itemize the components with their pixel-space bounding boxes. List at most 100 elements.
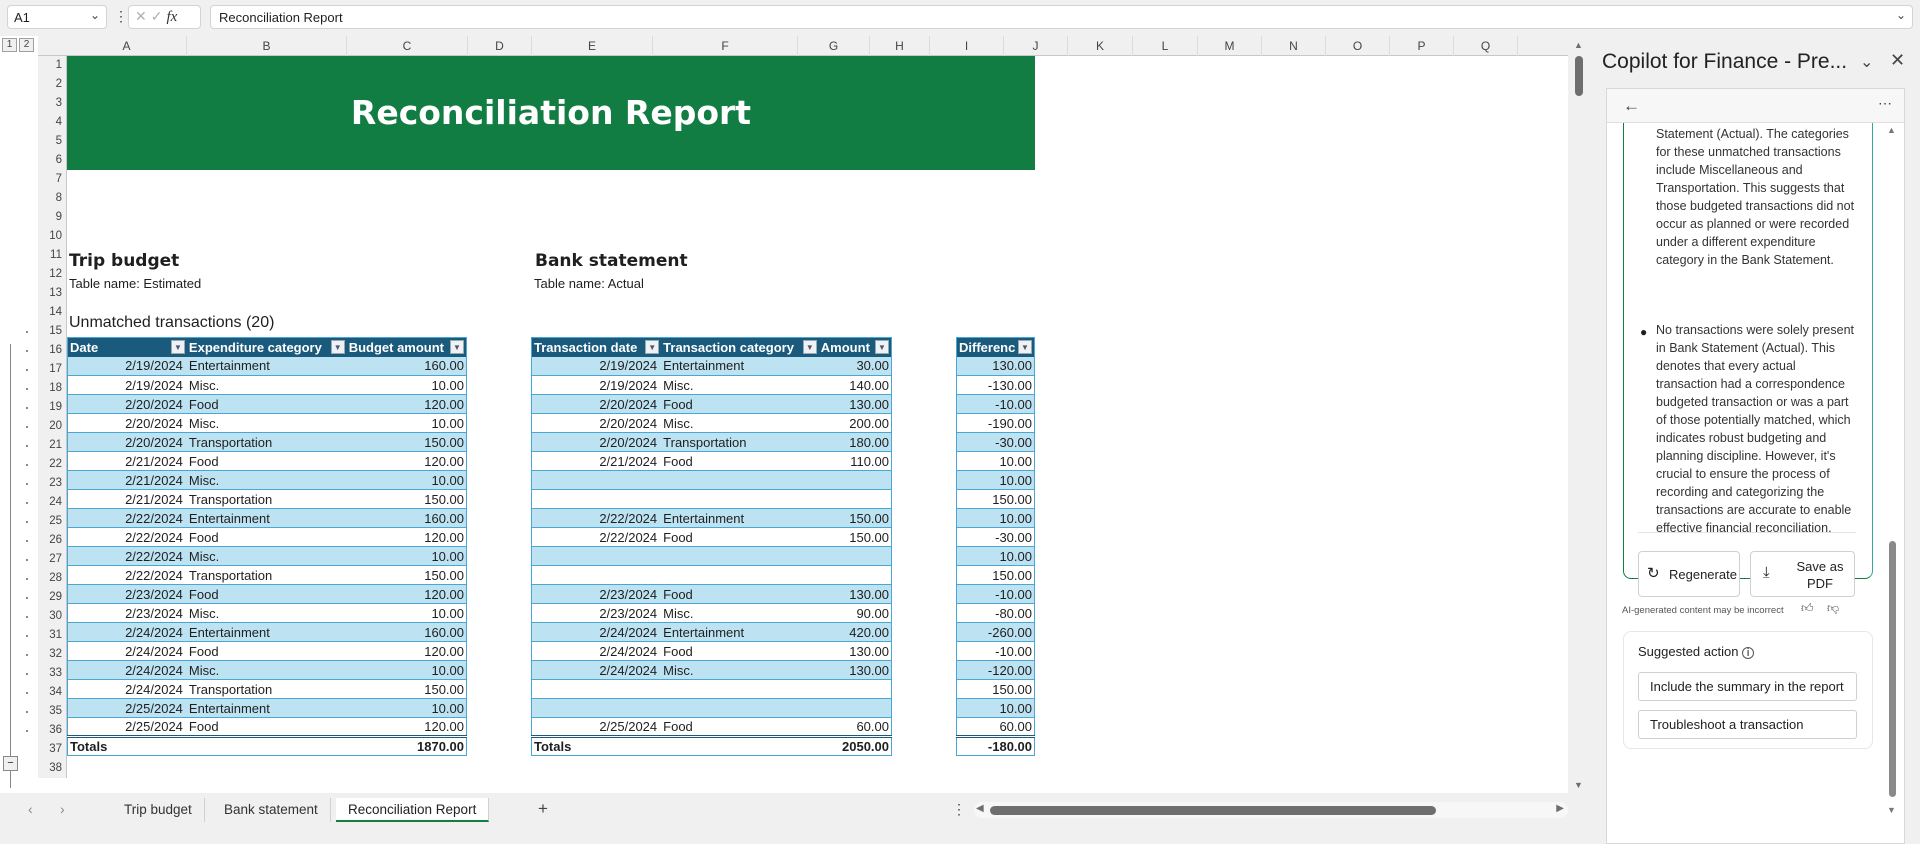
table-cell[interactable]: 2/19/2024 bbox=[531, 356, 662, 376]
table-cell[interactable]: 10.00 bbox=[956, 508, 1035, 528]
row-header-31[interactable]: 31 bbox=[38, 626, 66, 645]
table-cell[interactable]: 10.00 bbox=[956, 698, 1035, 718]
row-header-7[interactable]: 7 bbox=[38, 170, 66, 189]
table-cell[interactable]: 2/24/2024 bbox=[67, 622, 187, 642]
column-header-q[interactable]: Q bbox=[1454, 36, 1518, 56]
budget-total[interactable]: 1870.00 bbox=[346, 735, 467, 756]
table-cell[interactable] bbox=[818, 470, 892, 490]
table-cell[interactable]: Entertainment bbox=[186, 698, 347, 718]
table-row[interactable]: 2/23/2024 Misc. 90.00 bbox=[531, 603, 892, 623]
table-cell[interactable]: 2/24/2024 bbox=[67, 660, 187, 680]
table-cell[interactable]: 10.00 bbox=[346, 546, 467, 566]
table-cell[interactable]: 2/24/2024 bbox=[67, 641, 187, 661]
table-cell[interactable]: 10.00 bbox=[346, 698, 467, 718]
scroll-left-icon[interactable]: ◀ bbox=[976, 803, 984, 814]
table-cell[interactable]: Misc. bbox=[661, 375, 819, 395]
row-header-4[interactable]: 4 bbox=[38, 113, 66, 132]
table-row[interactable]: -10.00 bbox=[956, 584, 1035, 604]
row-header-20[interactable]: 20 bbox=[38, 417, 66, 436]
thumbs-down-icon[interactable]: 👎︎ bbox=[1827, 601, 1839, 616]
table-cell[interactable]: 10.00 bbox=[956, 451, 1035, 471]
table-cell[interactable]: 2/20/2024 bbox=[67, 394, 187, 414]
table-row[interactable] bbox=[531, 470, 892, 490]
table-cell[interactable]: Transportation bbox=[186, 565, 347, 585]
column-header-g[interactable]: G bbox=[798, 36, 870, 56]
table-cell[interactable]: Food bbox=[186, 527, 347, 547]
difference-table[interactable]: Differenc ▼ 130.00 -130.00 -10.00 -190.00 -30… bbox=[956, 337, 1035, 756]
row-header-27[interactable]: 27 bbox=[38, 550, 66, 569]
table-cell[interactable]: -30.00 bbox=[956, 527, 1035, 547]
table-cell[interactable]: 130.00 bbox=[818, 641, 892, 661]
table-cell[interactable]: 120.00 bbox=[346, 527, 467, 547]
column-header-a[interactable]: A bbox=[67, 36, 187, 56]
table-row[interactable]: 2/25/2024 Entertainment 10.00 bbox=[67, 698, 467, 718]
table-cell[interactable]: 130.00 bbox=[818, 584, 892, 604]
table-cell[interactable]: Food bbox=[661, 641, 819, 661]
table-row[interactable]: -30.00 bbox=[956, 527, 1035, 547]
table-row[interactable]: 2/20/2024 Misc. 200.00 bbox=[531, 413, 892, 433]
table-cell[interactable]: Food bbox=[661, 394, 819, 414]
row-header-14[interactable]: 14 bbox=[38, 303, 66, 322]
table-cell[interactable]: 2/24/2024 bbox=[67, 679, 187, 699]
table-cell[interactable]: 120.00 bbox=[346, 451, 467, 471]
table-cell[interactable]: -80.00 bbox=[956, 603, 1035, 623]
table-cell[interactable]: 10.00 bbox=[346, 603, 467, 623]
row-header-11[interactable]: 11 bbox=[38, 246, 66, 265]
column-header-i[interactable]: I bbox=[930, 36, 1004, 56]
pane-options-chevron-icon[interactable]: ⌄ bbox=[1860, 52, 1873, 72]
table-row[interactable]: 150.00 bbox=[956, 565, 1035, 585]
table-cell[interactable]: -190.00 bbox=[956, 413, 1035, 433]
table-cell[interactable]: 10.00 bbox=[346, 660, 467, 680]
row-header-9[interactable]: 9 bbox=[38, 208, 66, 227]
table-row[interactable]: 2/22/2024 Food 120.00 bbox=[67, 527, 467, 547]
table-cell[interactable]: 140.00 bbox=[818, 375, 892, 395]
add-sheet-icon[interactable]: + bbox=[538, 799, 548, 819]
table-cell[interactable]: 60.00 bbox=[818, 717, 892, 737]
filter-dropdown-icon[interactable]: ▼ bbox=[450, 340, 464, 354]
table-cell[interactable] bbox=[531, 698, 662, 718]
row-header-19[interactable]: 19 bbox=[38, 398, 66, 417]
table-cell[interactable]: 150.00 bbox=[346, 679, 467, 699]
header-transaction-date[interactable]: Transaction date ▼ bbox=[531, 337, 662, 357]
table-cell[interactable]: Food bbox=[186, 717, 347, 737]
totals-label[interactable]: Totals bbox=[531, 735, 819, 756]
table-cell[interactable]: 2/22/2024 bbox=[67, 527, 187, 547]
scroll-down-icon[interactable]: ▼ bbox=[1887, 805, 1896, 815]
insert-function-icon[interactable]: fx bbox=[166, 9, 177, 25]
table-cell[interactable]: 2/21/2024 bbox=[67, 470, 187, 490]
table-cell[interactable]: 10.00 bbox=[956, 470, 1035, 490]
table-cell[interactable]: 2/21/2024 bbox=[67, 451, 187, 471]
column-header-p[interactable]: P bbox=[1390, 36, 1454, 56]
table-cell[interactable]: 90.00 bbox=[818, 603, 892, 623]
table-cell[interactable]: Entertainment bbox=[661, 356, 819, 376]
totals-row[interactable]: Totals 1870.00 bbox=[67, 735, 467, 756]
scroll-right-icon[interactable]: ▶ bbox=[1556, 803, 1564, 814]
table-row[interactable]: -30.00 bbox=[956, 432, 1035, 452]
table-cell[interactable] bbox=[661, 698, 819, 718]
table-row[interactable]: 2/23/2024 Food 130.00 bbox=[531, 584, 892, 604]
table-cell[interactable] bbox=[661, 546, 819, 566]
table-cell[interactable]: 2/22/2024 bbox=[67, 565, 187, 585]
row-header-38[interactable]: 38 bbox=[38, 759, 66, 778]
table-cell[interactable]: 10.00 bbox=[346, 375, 467, 395]
table-cell[interactable]: Entertainment bbox=[186, 508, 347, 528]
table-row[interactable]: -80.00 bbox=[956, 603, 1035, 623]
table-cell[interactable]: 10.00 bbox=[346, 470, 467, 490]
table-row[interactable]: 2/20/2024 Misc. 10.00 bbox=[67, 413, 467, 433]
row-header-10[interactable]: 10 bbox=[38, 227, 66, 246]
table-cell[interactable] bbox=[661, 565, 819, 585]
vertical-scrollbar[interactable]: ▲ ▼ bbox=[1572, 40, 1586, 793]
table-cell[interactable]: 2/21/2024 bbox=[531, 451, 662, 471]
table-cell[interactable]: 150.00 bbox=[818, 527, 892, 547]
table-cell[interactable]: Transportation bbox=[186, 679, 347, 699]
table-cell[interactable]: 180.00 bbox=[818, 432, 892, 452]
table-row[interactable]: -10.00 bbox=[956, 394, 1035, 414]
table-row[interactable] bbox=[531, 489, 892, 509]
filter-dropdown-icon[interactable]: ▼ bbox=[330, 340, 345, 354]
table-row[interactable]: 2/21/2024 Food 110.00 bbox=[531, 451, 892, 471]
row-header-33[interactable]: 33 bbox=[38, 664, 66, 683]
header-date[interactable]: Date ▼ bbox=[67, 337, 187, 357]
totals-row[interactable]: Totals 2050.00 bbox=[531, 735, 892, 756]
table-row[interactable]: 2/19/2024 Misc. 140.00 bbox=[531, 375, 892, 395]
table-row[interactable]: 10.00 bbox=[956, 546, 1035, 566]
